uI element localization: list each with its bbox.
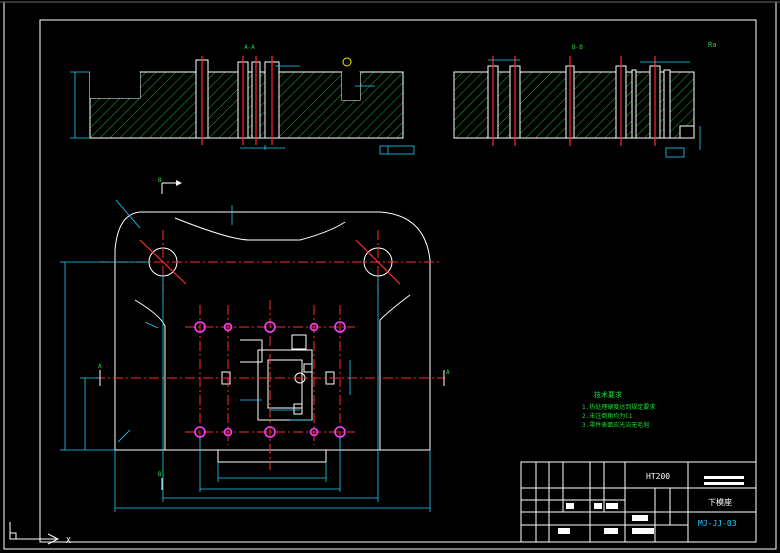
tech-note-2: 2.未注倒角均为C1 <box>582 412 633 420</box>
title-block-part-name: 下模座 <box>708 497 732 507</box>
tech-note-1: 1.热处理硬度达到规定要求 <box>582 403 655 411</box>
plan-die-cavity <box>240 339 263 363</box>
section-a-a-step <box>90 72 140 98</box>
plan-bottom-slot <box>217 449 327 463</box>
title-block-material: HT200 <box>646 472 670 481</box>
title-block[interactable]: HT200 下模座 MJ-JJ-03 <box>520 461 757 543</box>
section-a-a-view[interactable]: A-A <box>70 44 415 155</box>
cut-b-bottom-label: B <box>158 471 162 478</box>
technical-requirements: 技术要求 1.热处理硬度达到规定要求 2.未注倒角均为C1 3.零件表面应光洁无… <box>582 390 655 429</box>
aa-tolerance-frame <box>379 145 415 155</box>
cad-drawing-canvas[interactable]: A-A B-B Ra B B A A 技术要求 1.热处理硬度达到规定要求 2.… <box>0 0 780 553</box>
cad-drawing-window[interactable]: A-A B-B Ra B B A A 技术要求 1.热处理硬度达到规定要求 2.… <box>0 0 780 553</box>
tech-notes-title: 技术要求 <box>594 390 622 399</box>
cut-a-right-label: A <box>446 369 450 376</box>
roughness-symbol: Ra <box>708 41 716 49</box>
section-b-b-label: B-B <box>572 44 583 51</box>
plan-view[interactable] <box>60 199 445 512</box>
datum-a-symbol <box>342 57 352 67</box>
cut-plane-markers: B B A A <box>98 177 450 490</box>
section-a-a-label: A-A <box>244 44 255 51</box>
plan-top-recess <box>174 217 346 241</box>
ucs-x-label: X <box>66 536 71 545</box>
section-b-b-view[interactable]: B-B Ra <box>453 41 716 158</box>
cut-b-top-label: B <box>158 177 162 184</box>
title-block-drawing-number: MJ-JJ-03 <box>698 519 737 528</box>
cut-a-left-label: A <box>98 363 102 370</box>
tech-note-3: 3.零件表面应光洁无毛刺 <box>582 421 649 429</box>
